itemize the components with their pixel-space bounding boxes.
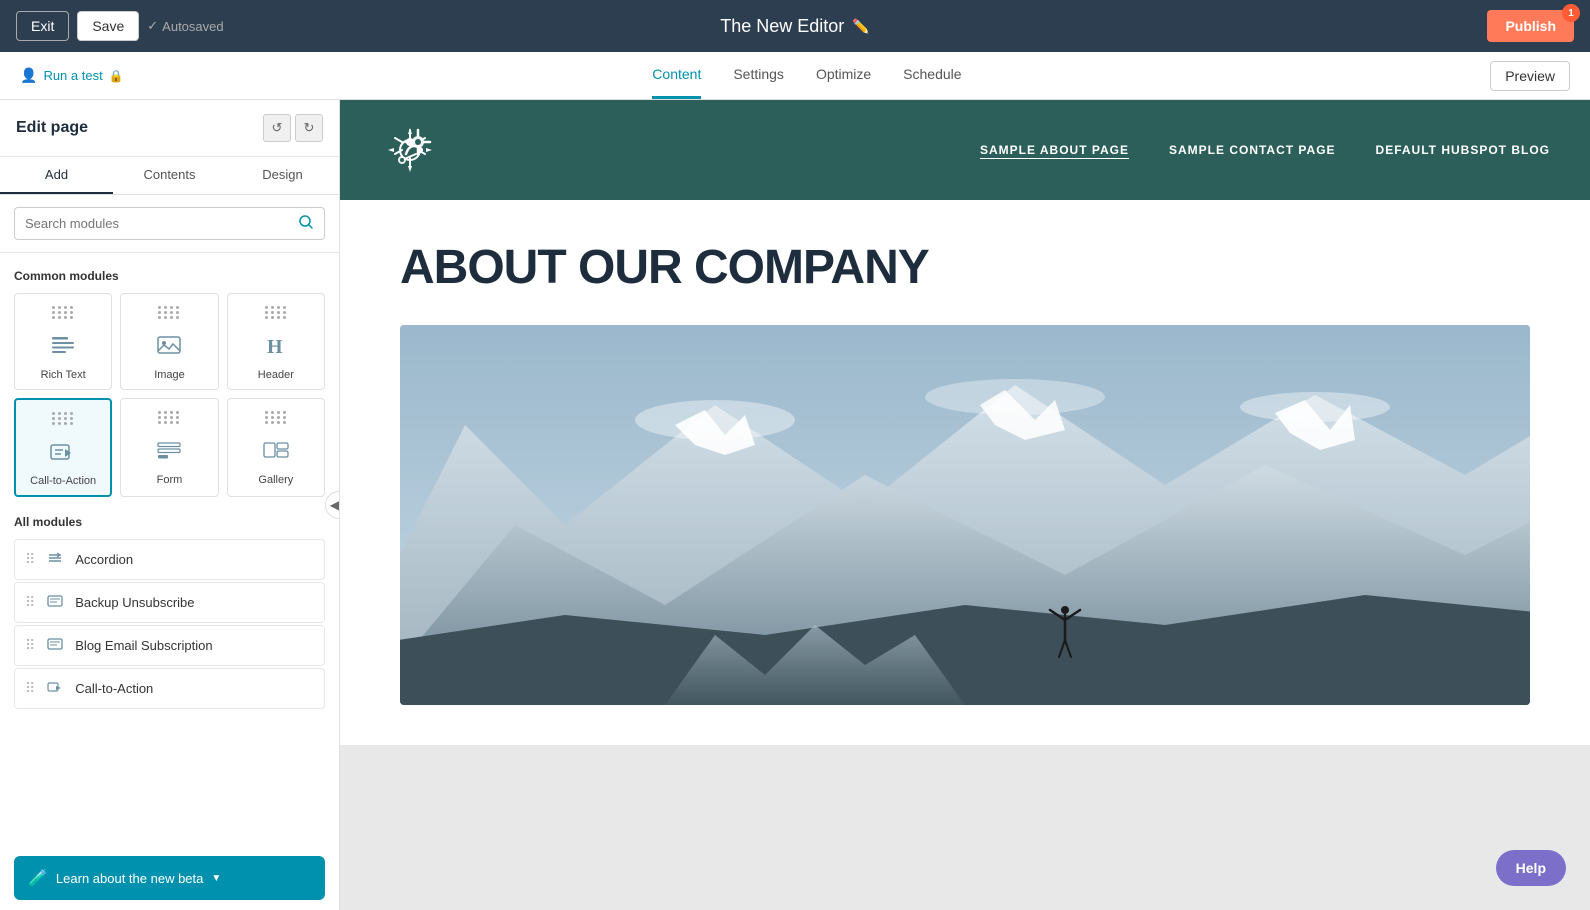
top-bar-left: Exit Save ✓ Autosaved	[16, 11, 224, 41]
check-icon: ✓	[147, 18, 158, 34]
page-title: The New Editor ✏️	[720, 16, 870, 37]
form-label: Form	[157, 474, 183, 486]
undo-button[interactable]: ↺	[263, 114, 291, 142]
dots-form	[158, 411, 180, 424]
module-tile-gallery[interactable]: Gallery	[227, 398, 325, 497]
main-layout: Edit page ↺ ↻ Add Contents Design	[0, 100, 1590, 910]
header-icon: H	[258, 327, 294, 363]
page-heading: ABOUT OUR COMPANY	[400, 240, 1530, 295]
sidebar-header: Edit page ↺ ↻	[0, 100, 339, 157]
beta-dropdown-arrow: ▼	[211, 873, 221, 884]
search-box	[14, 207, 325, 240]
sidebar-tab-design[interactable]: Design	[226, 157, 339, 194]
publish-badge: 1	[1562, 4, 1580, 22]
drag-handle-backup[interactable]: ⠿	[25, 594, 35, 611]
page-content: ABOUT OUR COMPANY	[340, 200, 1590, 745]
common-modules-grid: Rich Text	[14, 293, 325, 497]
drag-handle-accordion[interactable]: ⠿	[25, 551, 35, 568]
search-icon	[298, 214, 314, 233]
dots-rich-text	[52, 306, 74, 319]
lock-icon: 🔒	[109, 69, 124, 83]
backup-unsubscribe-label: Backup Unsubscribe	[75, 595, 194, 610]
tab-settings[interactable]: Settings	[733, 52, 784, 99]
module-tile-form[interactable]: Form	[120, 398, 218, 497]
beta-label: Learn about the new beta	[56, 871, 203, 886]
nav-item-contact[interactable]: SAMPLE CONTACT PAGE	[1169, 143, 1336, 157]
sub-nav: 👤 Run a test 🔒 Content Settings Optimize…	[0, 52, 1590, 100]
list-item-backup-unsubscribe[interactable]: ⠿ Backup Unsubscribe	[14, 582, 325, 623]
search-input[interactable]	[25, 216, 292, 231]
help-label: Help	[1516, 860, 1546, 876]
cta-icon	[45, 433, 81, 469]
top-bar: Exit Save ✓ Autosaved The New Editor ✏️ …	[0, 0, 1590, 52]
edit-title-icon[interactable]: ✏️	[852, 18, 869, 35]
cta-list-label: Call-to-Action	[75, 681, 153, 696]
page-nav: SAMPLE ABOUT PAGE SAMPLE CONTACT PAGE DE…	[980, 143, 1550, 157]
sidebar-tab-contents[interactable]: Contents	[113, 157, 226, 194]
backup-unsubscribe-icon	[45, 593, 65, 612]
top-bar-center: The New Editor ✏️	[720, 16, 870, 37]
page-header: SAMPLE ABOUT PAGE SAMPLE CONTACT PAGE DE…	[340, 100, 1590, 200]
list-item-cta[interactable]: ⠿ Call-to-Action	[14, 668, 325, 709]
preview-button[interactable]: Preview	[1490, 61, 1570, 91]
rich-text-label: Rich Text	[41, 369, 86, 381]
accordion-label: Accordion	[75, 552, 133, 567]
cta-label: Call-to-Action	[30, 475, 96, 487]
tab-optimize[interactable]: Optimize	[816, 52, 871, 99]
hubspot-logo	[380, 120, 440, 180]
all-modules-list: ⠿ Accordion ⠿	[14, 539, 325, 709]
tab-content[interactable]: Content	[652, 52, 701, 99]
tab-schedule[interactable]: Schedule	[903, 52, 961, 99]
list-item-accordion[interactable]: ⠿ Accordion	[14, 539, 325, 580]
sidebar-tab-add[interactable]: Add	[0, 157, 113, 194]
sidebar-scroll: Common modules	[0, 253, 339, 848]
dots-header	[265, 306, 287, 319]
run-test-area[interactable]: 👤 Run a test 🔒	[20, 67, 124, 84]
nav-item-about[interactable]: SAMPLE ABOUT PAGE	[980, 143, 1129, 157]
module-tile-cta[interactable]: Call-to-Action	[14, 398, 112, 497]
undo-redo-controls: ↺ ↻	[263, 114, 323, 142]
list-item-blog-email[interactable]: ⠿ Blog Email Subscription	[14, 625, 325, 666]
flask-icon: 🧪	[28, 868, 48, 888]
drag-handle-cta[interactable]: ⠿	[25, 680, 35, 697]
top-bar-right: Publish 1	[1487, 10, 1574, 42]
image-icon	[151, 327, 187, 363]
common-modules-label: Common modules	[14, 269, 325, 283]
canvas-area: SAMPLE ABOUT PAGE SAMPLE CONTACT PAGE DE…	[340, 100, 1590, 910]
publish-button[interactable]: Publish 1	[1487, 10, 1574, 42]
all-modules-label: All modules	[14, 515, 325, 529]
beta-bar[interactable]: 🧪 Learn about the new beta ▼	[14, 856, 325, 900]
drag-handle-blog-email[interactable]: ⠿	[25, 637, 35, 654]
cta-list-icon	[45, 679, 65, 698]
blog-email-label: Blog Email Subscription	[75, 638, 212, 653]
svg-text:H: H	[267, 336, 283, 358]
header-label: Header	[258, 369, 294, 381]
autosaved-status: ✓ Autosaved	[147, 18, 223, 34]
blog-email-icon	[45, 636, 65, 655]
sidebar-tabs: Add Contents Design	[0, 157, 339, 195]
sidebar-title: Edit page	[16, 119, 88, 137]
accordion-icon	[45, 550, 65, 569]
sub-nav-tabs: Content Settings Optimize Schedule	[652, 52, 961, 99]
nav-item-blog[interactable]: DEFAULT HUBSPOT BLOG	[1376, 143, 1550, 157]
dots-gallery	[265, 411, 287, 424]
search-container	[0, 195, 339, 253]
save-button[interactable]: Save	[77, 11, 139, 41]
form-icon	[151, 432, 187, 468]
image-label: Image	[154, 369, 185, 381]
hero-image	[400, 325, 1530, 705]
dots-image	[158, 306, 180, 319]
exit-button[interactable]: Exit	[16, 11, 69, 41]
dots-cta	[52, 412, 74, 425]
module-tile-rich-text[interactable]: Rich Text	[14, 293, 112, 390]
sidebar: Edit page ↺ ↻ Add Contents Design	[0, 100, 340, 910]
module-tile-image[interactable]: Image	[120, 293, 218, 390]
redo-button[interactable]: ↻	[295, 114, 323, 142]
gallery-label: Gallery	[258, 474, 293, 486]
rich-text-icon	[45, 327, 81, 363]
gallery-icon	[258, 432, 294, 468]
help-button[interactable]: Help	[1496, 850, 1566, 886]
module-tile-header[interactable]: H Header	[227, 293, 325, 390]
person-icon: 👤	[20, 67, 37, 84]
